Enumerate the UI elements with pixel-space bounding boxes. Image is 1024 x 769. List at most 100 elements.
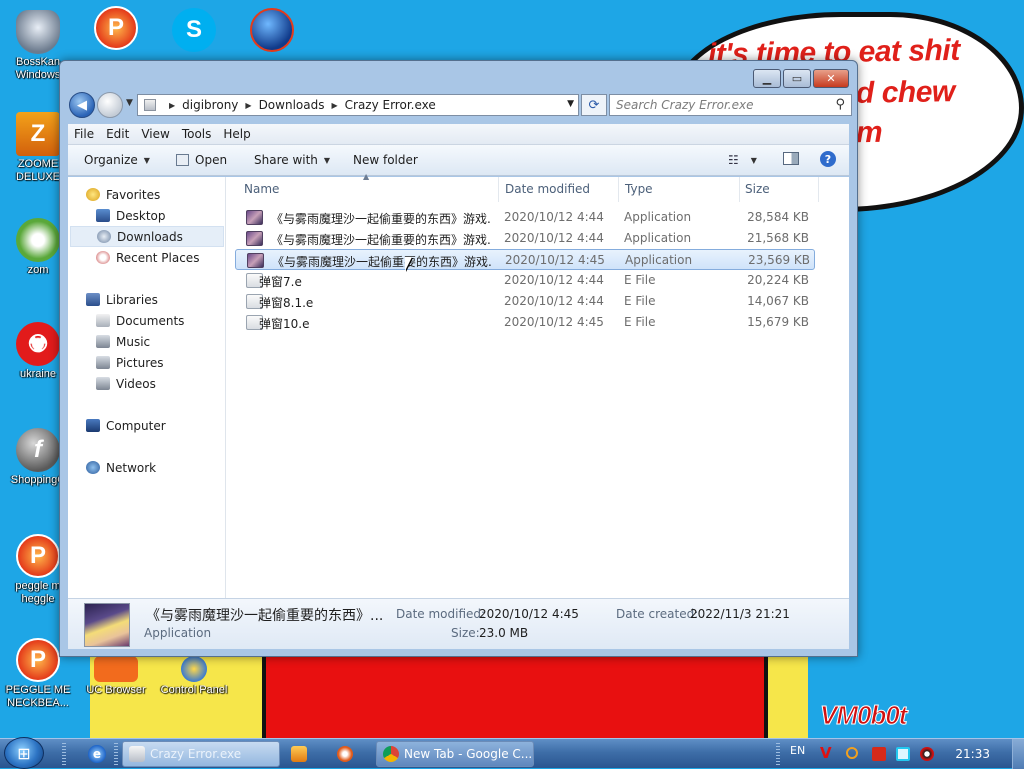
- file-row-selected[interactable]: 《与雾雨魔理沙一起偷重要的东西》游戏... 2020/10/12 4:45 Ap…: [235, 249, 815, 270]
- file-date: 2020/10/12 4:44: [504, 294, 604, 308]
- file-row[interactable]: 《与雾雨魔理沙一起偷重要的东西》游戏... 2020/10/12 4:44 Ap…: [235, 207, 815, 228]
- media-player-icon: [291, 746, 307, 762]
- mouse-cursor-icon: [405, 257, 412, 271]
- recent-pages-dropdown[interactable]: ▼: [126, 98, 133, 108]
- view-options-button[interactable]: ☷ ▼: [728, 153, 757, 167]
- desktop-icon: [96, 209, 110, 222]
- taskbar-grip[interactable]: [62, 743, 66, 765]
- game-icon: [337, 746, 353, 762]
- desktop-icon-uc-browser[interactable]: UC Browser: [78, 656, 154, 697]
- nav-pictures[interactable]: Pictures: [96, 352, 164, 373]
- back-button[interactable]: ◀: [69, 92, 95, 118]
- nav-recent-places[interactable]: Recent Places: [96, 247, 199, 268]
- display-tray-icon[interactable]: [896, 747, 910, 761]
- organize-label: Organize: [84, 153, 138, 167]
- new-folder-button[interactable]: New folder: [353, 153, 418, 167]
- zoome-icon: Z: [16, 112, 60, 156]
- new-folder-label: New folder: [353, 153, 418, 167]
- file-row[interactable]: 《与雾雨魔理沙一起偷重要的东西》游戏... 2020/10/12 4:44 Ap…: [235, 228, 815, 249]
- breadcrumb-item[interactable]: digibrony: [182, 98, 238, 112]
- start-button[interactable]: ⊞: [4, 737, 44, 769]
- file-row[interactable]: 弹窗10.e 2020/10/12 4:45 E File 15,679 KB: [235, 312, 815, 333]
- nav-favorites[interactable]: Favorites: [86, 184, 160, 205]
- forward-button[interactable]: [97, 92, 123, 118]
- file-size: 23,569 KB: [748, 253, 810, 267]
- column-divider[interactable]: [498, 177, 499, 202]
- menu-edit[interactable]: Edit: [100, 127, 135, 141]
- file-row[interactable]: 弹窗8.1.e 2020/10/12 4:44 E File 14,067 KB: [235, 291, 815, 312]
- column-name-header[interactable]: Name: [244, 182, 279, 196]
- flag-tray-icon[interactable]: [872, 747, 886, 761]
- skype-icon: S: [172, 8, 216, 52]
- organize-button[interactable]: Organize ▼: [84, 153, 150, 167]
- nav-label: Computer: [106, 418, 166, 433]
- navigation-pane: Favorites Desktop Downloads Recent Place…: [68, 177, 226, 598]
- address-dropdown-icon[interactable]: ▼: [567, 99, 574, 109]
- pictures-icon: [96, 356, 110, 369]
- nav-documents[interactable]: Documents: [96, 310, 184, 331]
- antivirus-tray-icon[interactable]: V: [820, 744, 834, 762]
- column-date-header[interactable]: Date modified: [505, 182, 590, 196]
- desktop-icon-label: PEGGLE ME NECKBEA...: [5, 684, 71, 709]
- taskbar-item-media[interactable]: [284, 741, 326, 767]
- volume-tray-icon[interactable]: [920, 747, 934, 761]
- chrome-icon: [383, 746, 399, 762]
- taskbar-item-chrome[interactable]: New Tab - Google C...: [376, 741, 534, 767]
- command-bar: Organize ▼ Open Share with ▼ New folder ☷ ▼…: [68, 145, 849, 176]
- file-row[interactable]: 弹窗7.e 2020/10/12 4:44 E File 20,224 KB: [235, 270, 815, 291]
- nav-label: Network: [106, 460, 157, 475]
- search-tray-icon[interactable]: [846, 747, 858, 759]
- desktop-icon-skype[interactable]: S: [156, 8, 232, 54]
- close-button[interactable]: ✕: [813, 69, 849, 88]
- column-divider[interactable]: [818, 177, 819, 202]
- column-type-header[interactable]: Type: [625, 182, 653, 196]
- preview-pane-button[interactable]: [783, 152, 799, 165]
- open-icon: [176, 154, 189, 166]
- details-date-created-label: Date created:: [616, 607, 699, 621]
- nav-downloads[interactable]: Downloads: [70, 226, 224, 247]
- nav-network[interactable]: Network: [86, 457, 156, 478]
- show-desktop-button[interactable]: [1012, 739, 1024, 769]
- videos-icon: [96, 377, 110, 390]
- taskbar-grip[interactable]: [114, 743, 118, 765]
- open-button[interactable]: Open: [176, 153, 227, 167]
- menu-tools[interactable]: Tools: [176, 127, 218, 141]
- control-panel-icon: [181, 656, 207, 682]
- taskbar-item-game[interactable]: [330, 741, 372, 767]
- search-input[interactable]: Search Crazy Error.exe ⚲: [609, 94, 852, 116]
- nav-desktop[interactable]: Desktop: [96, 205, 166, 226]
- column-divider[interactable]: [739, 177, 740, 202]
- system-clock[interactable]: 21:33: [955, 747, 990, 761]
- minimize-button[interactable]: ▁: [753, 69, 781, 88]
- address-bar[interactable]: ▶ digibrony ▶ Downloads ▶ Crazy Error.ex…: [137, 94, 579, 116]
- menu-help[interactable]: Help: [217, 127, 256, 141]
- desktop-icon-control-panel[interactable]: Control Panel: [156, 656, 232, 697]
- column-size-header[interactable]: Size: [745, 182, 770, 196]
- application-icon: [246, 231, 263, 246]
- nav-music[interactable]: Music: [96, 331, 150, 352]
- search-icon[interactable]: ⚲: [835, 97, 845, 112]
- chevron-down-icon: ▼: [323, 155, 331, 165]
- refresh-button[interactable]: ⟳: [581, 94, 607, 116]
- desktop-icon-label: Control Panel: [160, 684, 228, 696]
- breadcrumb-item[interactable]: Crazy Error.exe: [345, 98, 436, 112]
- share-with-button[interactable]: Share with ▼: [254, 153, 330, 167]
- nav-libraries[interactable]: Libraries: [86, 289, 158, 310]
- column-divider[interactable]: [618, 177, 619, 202]
- explorer-window: ▁ ▭ ✕ ◀ ▼ ▶ digibrony ▶ Downloads ▶ Craz…: [59, 60, 858, 657]
- taskbar-item-explorer[interactable]: Crazy Error.exe: [122, 741, 280, 767]
- desktop-icon-globe[interactable]: [234, 8, 310, 54]
- taskbar-grip[interactable]: [776, 743, 780, 765]
- ie-quicklaunch-icon[interactable]: e: [88, 745, 106, 763]
- menu-view[interactable]: View: [135, 127, 175, 141]
- breadcrumb-item[interactable]: Downloads: [259, 98, 325, 112]
- nav-computer[interactable]: Computer: [86, 415, 166, 436]
- desktop-icon-peggle-top[interactable]: P: [78, 6, 154, 52]
- help-button[interactable]: ?: [820, 151, 836, 167]
- maximize-button[interactable]: ▭: [783, 69, 811, 88]
- nav-videos[interactable]: Videos: [96, 373, 156, 394]
- language-indicator[interactable]: EN: [790, 744, 805, 757]
- chevron-right-icon: ▶: [169, 100, 176, 110]
- zombie-plant-icon: [16, 218, 60, 262]
- menu-file[interactable]: File: [68, 127, 100, 141]
